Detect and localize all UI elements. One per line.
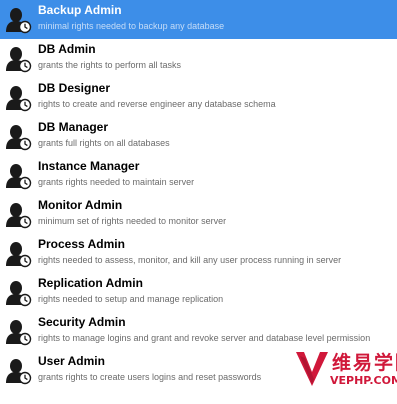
role-title: DB Designer — [38, 81, 111, 95]
role-description: rights needed to assess, monitor, and ki… — [38, 255, 342, 265]
role-title: Replication Admin — [38, 276, 143, 290]
role-title: Backup Admin — [38, 3, 122, 17]
role-title: DB Admin — [38, 42, 96, 56]
role-description: grants rights needed to maintain server — [38, 177, 195, 187]
role-title: User Admin — [38, 354, 105, 368]
role-list-item[interactable]: DB Manager grants full rights on all data… — [0, 117, 397, 156]
role-description: grants the rights to perform all tasks — [38, 60, 182, 70]
role-title: Security Admin — [38, 315, 126, 329]
role-description: minimal rights needed to backup any data… — [38, 21, 225, 31]
role-list-item[interactable]: Replication Admin rights needed to setup … — [0, 273, 397, 312]
role-description: grants full rights on all databases — [38, 138, 170, 148]
role-title: Instance Manager — [38, 159, 140, 173]
role-list-item[interactable]: Process Admin rights needed to assess, mo… — [0, 234, 397, 273]
role-description: rights to manage logins and grant and re… — [38, 333, 371, 343]
role-title: Monitor Admin — [38, 198, 123, 212]
role-list-item[interactable]: DB Designer rights to create and reverse … — [0, 78, 397, 117]
role-description: rights needed to setup and manage replic… — [38, 294, 224, 304]
role-list-item[interactable]: Monitor Admin minimum set of rights neede… — [0, 195, 397, 234]
role-description: grants rights to create users logins and… — [38, 372, 262, 382]
role-list-item[interactable]: Security Admin rights to manage logins an… — [0, 312, 397, 351]
role-description: rights to create and reverse engineer an… — [38, 99, 276, 109]
role-description: minimum set of rights needed to monitor … — [38, 216, 227, 226]
role-title: DB Manager — [38, 120, 109, 134]
role-list-item[interactable]: Backup Admin minimal rights needed to bac… — [0, 0, 397, 39]
role-list: Backup Admin minimal rights needed to bac… — [0, 0, 397, 404]
role-list-item[interactable]: User Admin grants rights to create users … — [0, 351, 397, 390]
role-title: Process Admin — [38, 237, 125, 251]
role-list-item[interactable]: DB Admin grants the rights to perform all… — [0, 39, 397, 78]
role-list-item[interactable]: Instance Manager grants rights needed to … — [0, 156, 397, 195]
